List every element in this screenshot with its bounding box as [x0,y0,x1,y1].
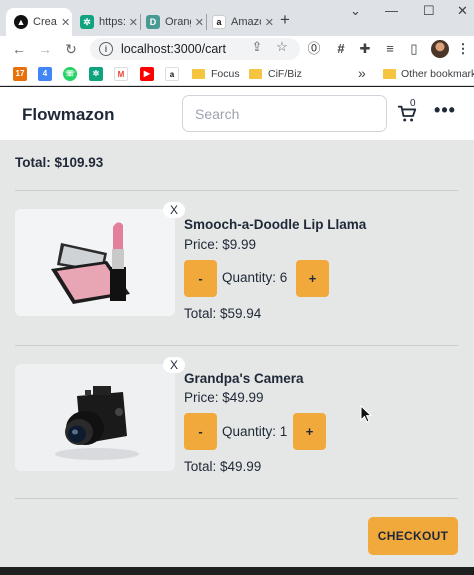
search-input[interactable] [182,95,387,132]
back-arrow-icon[interactable]: ← [9,39,29,59]
info-icon[interactable]: i [99,42,113,56]
chrome-menu-icon[interactable]: ⋮ [455,41,471,57]
profile-avatar[interactable] [431,40,449,58]
d-logo-icon: D [146,15,160,29]
close-tab-icon[interactable]: ✕ [265,16,274,29]
remove-item-button[interactable]: X [163,357,185,373]
password-manager-icon[interactable]: ⓪ [306,41,322,57]
tab-title: Amazon [231,16,261,28]
close-window-icon[interactable]: ✕ [457,3,468,19]
folder-icon[interactable] [192,69,205,79]
product-price: Price: $49.99 [184,390,264,405]
checkout-button[interactable]: CHECKOUT [368,517,458,555]
decrease-quantity-button[interactable]: - [184,260,217,297]
item-total: Total: $49.99 [184,459,262,474]
browser-tab[interactable]: a Amazon ✕ [212,8,274,36]
divider [15,345,458,346]
window-bottom-edge [0,567,474,575]
product-image-lipstick [15,209,175,316]
tab-separator [140,14,141,30]
bookmark-folder-focus[interactable]: Focus [211,68,240,80]
close-tab-icon[interactable]: ✕ [61,16,70,29]
browser-toolbar: ← → ↻ i localhost:3000/cart ⇪ ☆ ⓪ # ✚ ≡ … [0,36,474,62]
decrease-quantity-button[interactable]: - [184,413,217,450]
product-price: Price: $9.99 [184,237,257,252]
close-tab-icon[interactable]: ✕ [195,16,204,29]
cart-count-badge: 0 [410,98,416,109]
tab-title: Orange [165,16,191,28]
tab-separator [206,14,207,30]
quantity-label: Quantity: 1 [222,424,288,439]
reload-icon[interactable]: ↻ [61,39,81,59]
camera-image [15,364,175,471]
calendar-bookmark-icon[interactable]: 17 [13,67,27,81]
amazon-bookmark-icon[interactable]: a [165,67,179,81]
bookmark-star-icon[interactable]: ☆ [275,40,289,54]
close-tab-icon[interactable]: ✕ [129,16,138,29]
bookmark-folder-cif-biz[interactable]: CiF/Biz [268,68,302,80]
extensions-puzzle-icon[interactable]: ✚ [357,41,373,57]
new-tab-button[interactable]: + [280,10,290,30]
tab-search-chevron-icon[interactable]: ⌄ [350,3,361,19]
google-calendar-bookmark-icon[interactable]: 4 [38,67,52,81]
minimize-icon[interactable]: — [385,3,398,18]
reading-list-icon[interactable]: ≡ [382,41,398,57]
divider [15,190,458,191]
side-panel-icon[interactable]: ▯ [406,41,422,57]
bookmark-folder-other[interactable]: Other bookmarks [401,68,474,80]
amazon-icon: a [212,15,226,29]
whatsapp-bookmark-icon[interactable]: ☏ [63,67,77,81]
folder-icon[interactable] [383,69,396,79]
mouse-cursor-icon [360,405,372,423]
product-image-camera [15,364,175,471]
cart-total: Total: $109.93 [15,155,104,170]
address-bar[interactable]: i localhost:3000/cart [90,38,300,60]
product-name: Grandpa's Camera [184,371,304,386]
triangle-logo-icon: ▲ [14,15,28,29]
forward-arrow-icon[interactable]: → [35,39,55,59]
bookmarks-bar: 17 4 ☏ ✲ M ▶ a Focus CiF/Biz » Other boo… [0,62,474,86]
openai-icon: ✲ [80,15,94,29]
browser-tab-active[interactable]: ▲ Create ✕ [6,8,72,36]
item-total: Total: $59.94 [184,306,262,321]
cart-page: Flowmazon 0 ••• Total: $109.93 X Smooch-… [0,87,474,567]
increase-quantity-button[interactable]: + [293,413,326,450]
lipstick-compact-image [15,209,175,316]
hashtag-extension-icon[interactable]: # [333,41,349,57]
tab-title: https:// [99,16,125,28]
browser-tab[interactable]: D Orange ✕ [146,8,204,36]
gmail-bookmark-icon[interactable]: M [114,67,128,81]
youtube-bookmark-icon[interactable]: ▶ [140,67,154,81]
quantity-label: Quantity: 6 [222,270,288,285]
tab-title: Create [33,16,57,28]
browser-tab-strip: ▲ Create ✕ ✲ https:// ✕ D Orange ✕ a Ama… [0,0,474,36]
maximize-icon[interactable]: ☐ [423,3,435,19]
openai-bookmark-icon[interactable]: ✲ [89,67,103,81]
remove-item-button[interactable]: X [163,202,185,218]
increase-quantity-button[interactable]: + [296,260,329,297]
product-name: Smooch-a-Doodle Lip Llama [184,217,367,232]
share-icon[interactable]: ⇪ [250,40,264,54]
folder-icon[interactable] [249,69,262,79]
divider [15,498,458,499]
bookmarks-overflow-chevron[interactable]: » [358,65,366,81]
brand-logo-text[interactable]: Flowmazon [22,105,115,125]
more-options-icon[interactable]: ••• [434,101,456,123]
url-text[interactable]: localhost:3000/cart [121,42,226,56]
app-header: Flowmazon 0 ••• [0,87,474,140]
browser-tab[interactable]: ✲ https:// ✕ [80,8,138,36]
